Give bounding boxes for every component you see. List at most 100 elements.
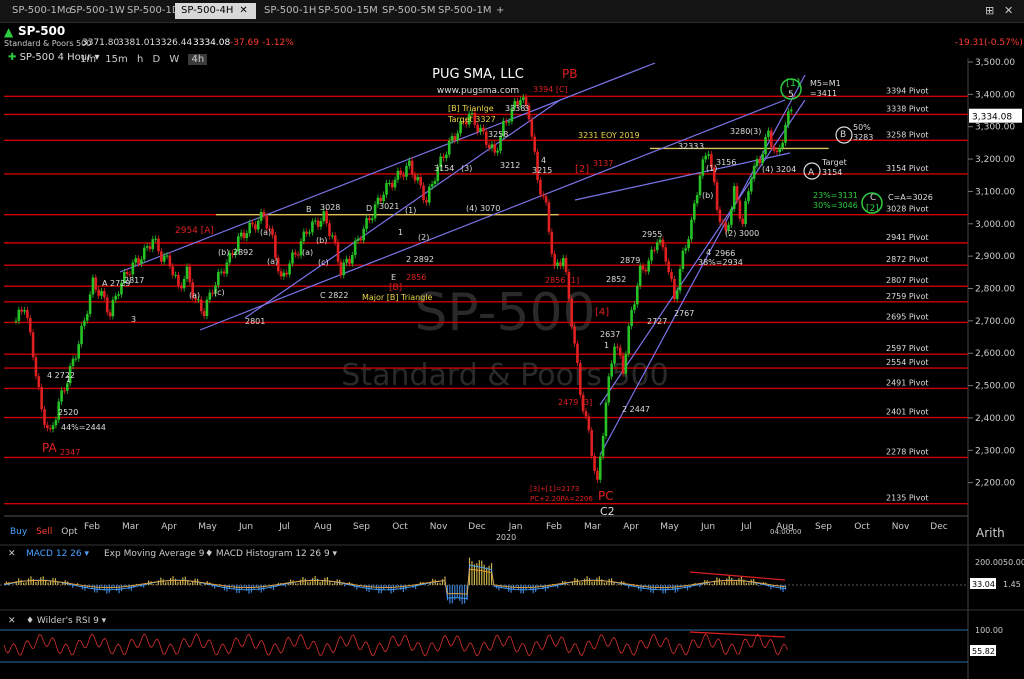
candle-body [638, 265, 642, 286]
x-tick-label: Aug [314, 522, 332, 532]
wave-annotation: [B] [389, 283, 402, 293]
candle-body [664, 247, 668, 262]
candle-body [114, 295, 118, 300]
wave-annotation: 2856 [1] [545, 276, 579, 285]
candle-body [769, 130, 773, 147]
candle-body [71, 358, 75, 366]
candle-body [735, 186, 739, 201]
order-buttons: Buy Sell Opt [10, 527, 78, 537]
candle-body [157, 238, 160, 252]
y-tick-label: 2,200.00 [975, 479, 1015, 489]
scale-mode[interactable]: Arith [976, 526, 1005, 540]
wave-annotation: 1 [398, 228, 403, 237]
candle-body [88, 294, 92, 315]
macd-axis-label: 1.45 [1003, 580, 1021, 589]
wave-annotation: PC [598, 489, 614, 503]
candle-body [507, 121, 511, 123]
x-tick-label: Jun [700, 522, 715, 532]
candle-body [655, 242, 659, 251]
candle-body [262, 211, 266, 217]
candle-body [673, 279, 676, 300]
candle-body [177, 274, 180, 286]
candle-body [100, 291, 103, 296]
candle-body [613, 346, 616, 364]
pivot-label: 2554 Pivot [886, 358, 929, 367]
wave-annotation: (4) 3204 [762, 165, 796, 174]
candle-body [732, 186, 736, 209]
wave-annotation: 2 2444 [0, 0, 28, 2]
candle-body [561, 258, 565, 267]
candle-body [285, 272, 289, 275]
candle-body [433, 181, 437, 184]
candle-body [23, 310, 26, 312]
candle-body [219, 271, 223, 273]
candle-body [701, 159, 705, 176]
candle-body [476, 124, 479, 132]
candle-body [77, 344, 80, 359]
x-tick-label: Mar [122, 522, 139, 532]
candle-body [294, 252, 297, 255]
candle-body [385, 183, 388, 195]
wave-annotation: 2 2892 [406, 255, 434, 264]
candle-body [624, 353, 628, 374]
candle-body [667, 261, 670, 272]
candle-body [202, 311, 206, 317]
pivot-label: 2278 Pivot [886, 447, 929, 456]
timeframe-h[interactable]: h [137, 54, 143, 65]
price-chart[interactable]: SP-500Standard & Poors 5003394 Pivot3338… [0, 0, 1024, 679]
candle-body [171, 266, 175, 276]
candle-body [393, 179, 397, 188]
candle-body [641, 265, 645, 270]
candle-body [633, 304, 636, 311]
pivot-label: 2401 Pivot [886, 408, 929, 417]
sell-button[interactable]: Sell [36, 527, 52, 537]
candle-body [34, 357, 38, 377]
candle-body [670, 271, 673, 280]
wave-annotation: 3283 [853, 133, 873, 142]
x-tick-label: Sep [353, 522, 370, 532]
candle-body [610, 363, 613, 377]
wave-annotation: (c) [318, 258, 329, 267]
candle-body [185, 266, 189, 279]
buy-button[interactable]: Buy [10, 527, 27, 537]
candle-body [681, 250, 685, 269]
wave-annotation: [2] [575, 164, 589, 175]
timeframe-4h[interactable]: 4h [188, 54, 208, 65]
timeframe-1m[interactable]: 1m [80, 54, 96, 65]
candle-body [142, 247, 146, 260]
candle-body [311, 221, 314, 233]
candle-body [607, 376, 611, 403]
timeframe-d[interactable]: D [152, 54, 160, 65]
rsi-axis-label: 100.00 [975, 626, 1003, 635]
time-box: 04:00:00 [770, 528, 801, 536]
candle-body [282, 272, 286, 277]
wave-annotation: 1 [66, 375, 71, 384]
candle-body [772, 146, 776, 151]
candle-body [627, 326, 631, 354]
wave-annotation: 3338 [505, 104, 525, 113]
opt-button[interactable]: Opt [61, 527, 77, 537]
x-year-label: 2020 [496, 533, 516, 542]
candle-body [31, 332, 35, 358]
candle-body [151, 239, 155, 250]
wave-annotation: 3156 [716, 158, 736, 167]
x-tick-label: Dec [930, 522, 947, 532]
wave-annotation: (1) [405, 206, 416, 215]
candle-body [758, 159, 762, 163]
candle-body [103, 291, 106, 298]
candle-body [419, 177, 422, 186]
candle-body [747, 191, 750, 202]
candle-body [345, 258, 348, 263]
pivot-label: 3338 Pivot [886, 104, 929, 113]
wave-annotation: 1 [604, 341, 609, 350]
wave-annotation: (a) [267, 257, 278, 266]
wave-annotation: C 2822 [320, 291, 349, 300]
timeframe-15m[interactable]: 15m [105, 54, 127, 65]
wave-annotation: 2852 [606, 275, 626, 284]
timeframe-w[interactable]: W [169, 54, 179, 65]
wave-annotation: 2892 [233, 248, 253, 257]
candle-body [618, 347, 622, 356]
candle-body [687, 239, 690, 249]
y-tick-label: 3,500.00 [975, 58, 1015, 68]
candle-body [37, 376, 41, 388]
